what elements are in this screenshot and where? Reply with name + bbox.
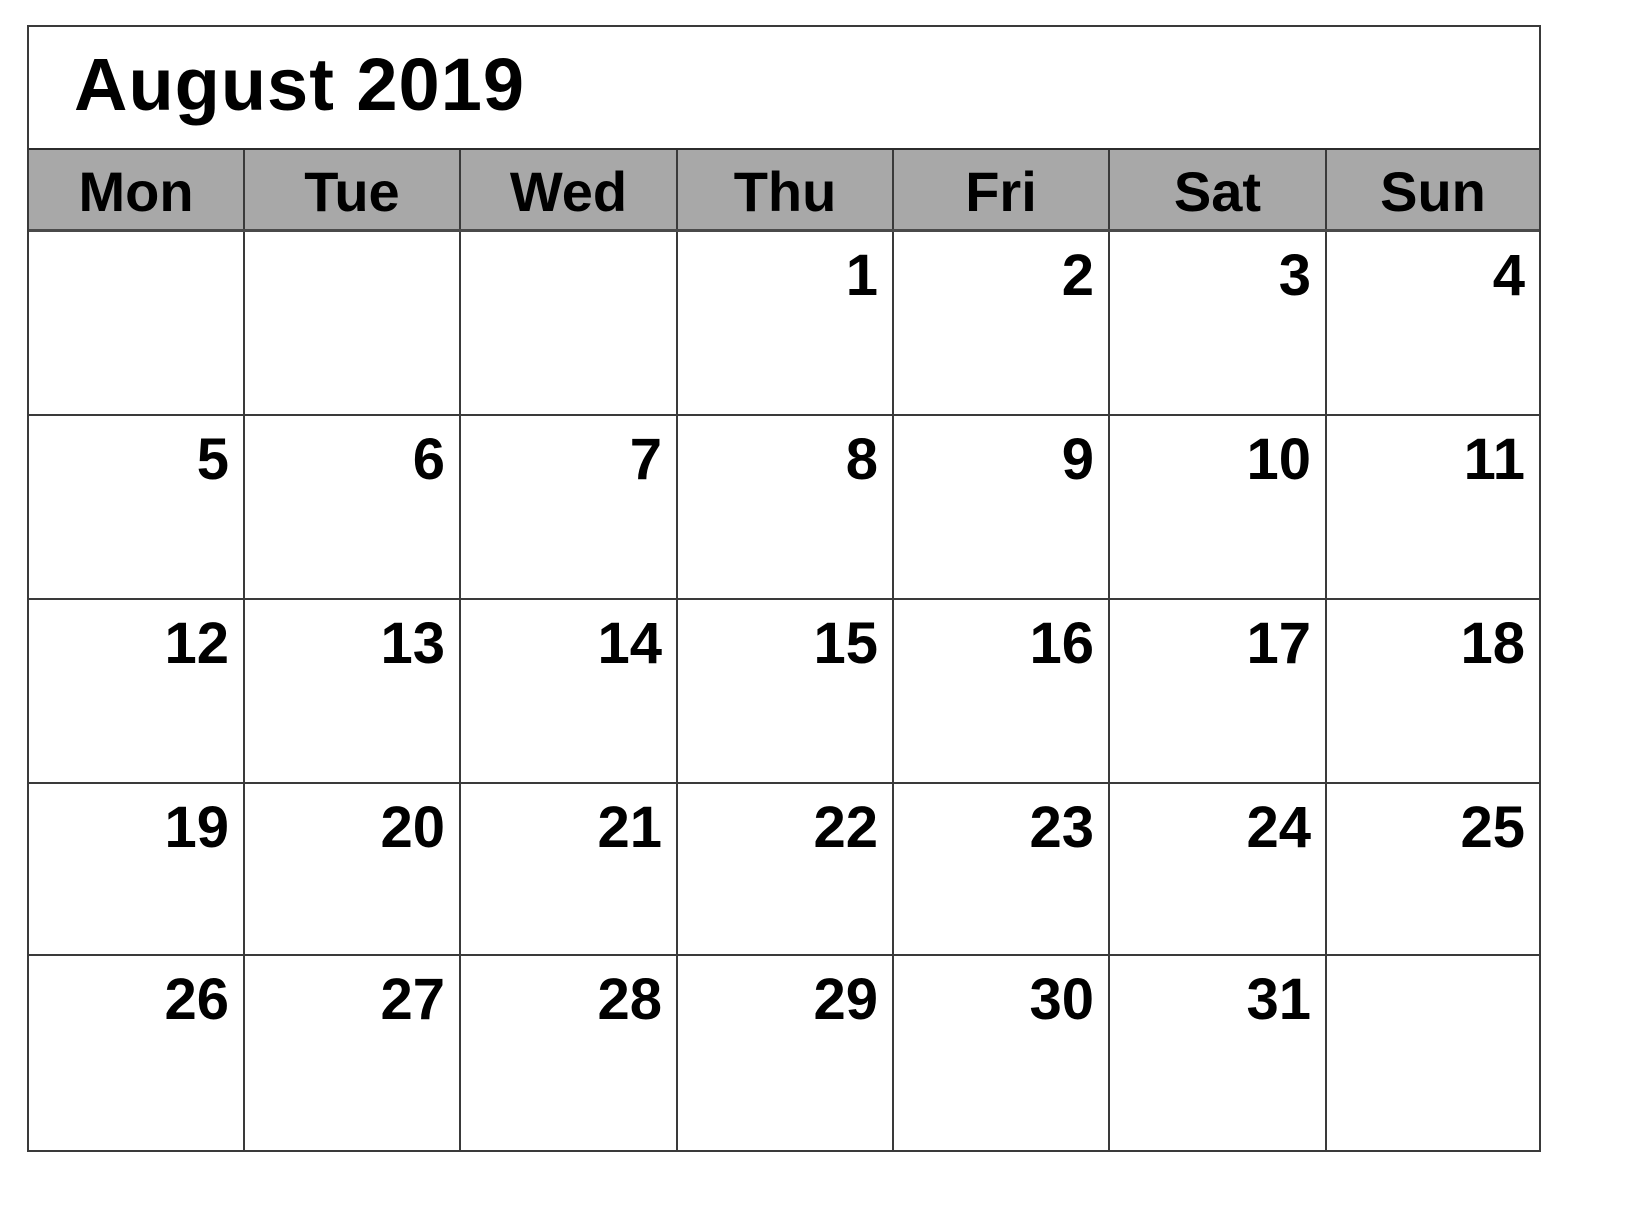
day-cell[interactable]: [245, 232, 461, 416]
day-number: 5: [196, 427, 229, 492]
day-number: 15: [813, 611, 878, 676]
day-number: 30: [1029, 967, 1094, 1032]
day-number: 26: [164, 967, 229, 1032]
day-cell[interactable]: 1: [678, 232, 894, 416]
day-cell[interactable]: 20: [245, 784, 461, 956]
day-cell[interactable]: 24: [1110, 784, 1327, 956]
day-number: 4: [1492, 243, 1525, 308]
calendar: August 2019 Mon Tue Wed Thu Fri Sat Sun …: [27, 25, 1541, 1152]
day-number: 8: [845, 427, 878, 492]
day-cell[interactable]: [1327, 956, 1539, 1150]
weekday-sat: Sat: [1110, 150, 1327, 229]
day-number: 24: [1246, 795, 1311, 860]
day-number: 22: [813, 795, 878, 860]
day-cell[interactable]: 22: [678, 784, 894, 956]
day-cell[interactable]: 18: [1327, 600, 1539, 784]
weekday-sun: Sun: [1327, 150, 1539, 229]
day-number: 3: [1278, 243, 1311, 308]
day-cell[interactable]: 26: [29, 956, 245, 1150]
day-number: 7: [629, 427, 662, 492]
day-cell[interactable]: 3: [1110, 232, 1327, 416]
day-number: 6: [412, 427, 445, 492]
day-cell[interactable]: 5: [29, 416, 245, 600]
calendar-title: August 2019: [74, 43, 526, 126]
day-cell[interactable]: [29, 232, 245, 416]
day-cell[interactable]: [461, 232, 678, 416]
day-number: 9: [1061, 427, 1094, 492]
day-cell[interactable]: 21: [461, 784, 678, 956]
day-number: 2: [1061, 243, 1094, 308]
day-cell[interactable]: 13: [245, 600, 461, 784]
day-number: 11: [1463, 427, 1525, 492]
day-cell[interactable]: 6: [245, 416, 461, 600]
day-cell[interactable]: 11: [1327, 416, 1539, 600]
day-cell[interactable]: 30: [894, 956, 1110, 1150]
day-number: 18: [1460, 611, 1525, 676]
day-cell[interactable]: 16: [894, 600, 1110, 784]
day-cell[interactable]: 2: [894, 232, 1110, 416]
day-number: 14: [597, 611, 662, 676]
day-cell[interactable]: 10: [1110, 416, 1327, 600]
day-cell[interactable]: 27: [245, 956, 461, 1150]
day-cell[interactable]: 29: [678, 956, 894, 1150]
title-bar: August 2019: [29, 27, 1539, 148]
day-grid: 1 2 3 4 5 6 7 8 9 10 11 12 13 14 15 16 17 18 19 20 21 22 23 24 2…: [29, 232, 1539, 1150]
day-cell[interactable]: 28: [461, 956, 678, 1150]
weekday-mon: Mon: [29, 150, 245, 229]
day-number: 29: [813, 967, 878, 1032]
day-cell[interactable]: 7: [461, 416, 678, 600]
day-number: 10: [1246, 427, 1311, 492]
day-number: 13: [380, 611, 445, 676]
day-cell[interactable]: 17: [1110, 600, 1327, 784]
day-number: 31: [1246, 967, 1311, 1032]
day-number: 21: [597, 795, 662, 860]
weekday-thu: Thu: [678, 150, 894, 229]
day-number: 25: [1460, 795, 1525, 860]
day-number: 17: [1246, 611, 1311, 676]
day-cell[interactable]: 14: [461, 600, 678, 784]
day-number: 12: [164, 611, 229, 676]
day-number: 1: [845, 243, 878, 308]
day-cell[interactable]: 4: [1327, 232, 1539, 416]
day-cell[interactable]: 9: [894, 416, 1110, 600]
day-number: 27: [380, 967, 445, 1032]
day-number: 23: [1029, 795, 1094, 860]
day-cell[interactable]: 31: [1110, 956, 1327, 1150]
day-cell[interactable]: 15: [678, 600, 894, 784]
weekday-tue: Tue: [245, 150, 461, 229]
day-number: 20: [380, 795, 445, 860]
day-cell[interactable]: 12: [29, 600, 245, 784]
weekday-wed: Wed: [461, 150, 678, 229]
day-cell[interactable]: 23: [894, 784, 1110, 956]
day-number: 19: [164, 795, 229, 860]
weekday-header-row: Mon Tue Wed Thu Fri Sat Sun: [29, 148, 1539, 232]
weekday-fri: Fri: [894, 150, 1110, 229]
day-cell[interactable]: 8: [678, 416, 894, 600]
day-cell[interactable]: 19: [29, 784, 245, 956]
day-number: 28: [597, 967, 662, 1032]
day-number: 16: [1029, 611, 1094, 676]
day-cell[interactable]: 25: [1327, 784, 1539, 956]
